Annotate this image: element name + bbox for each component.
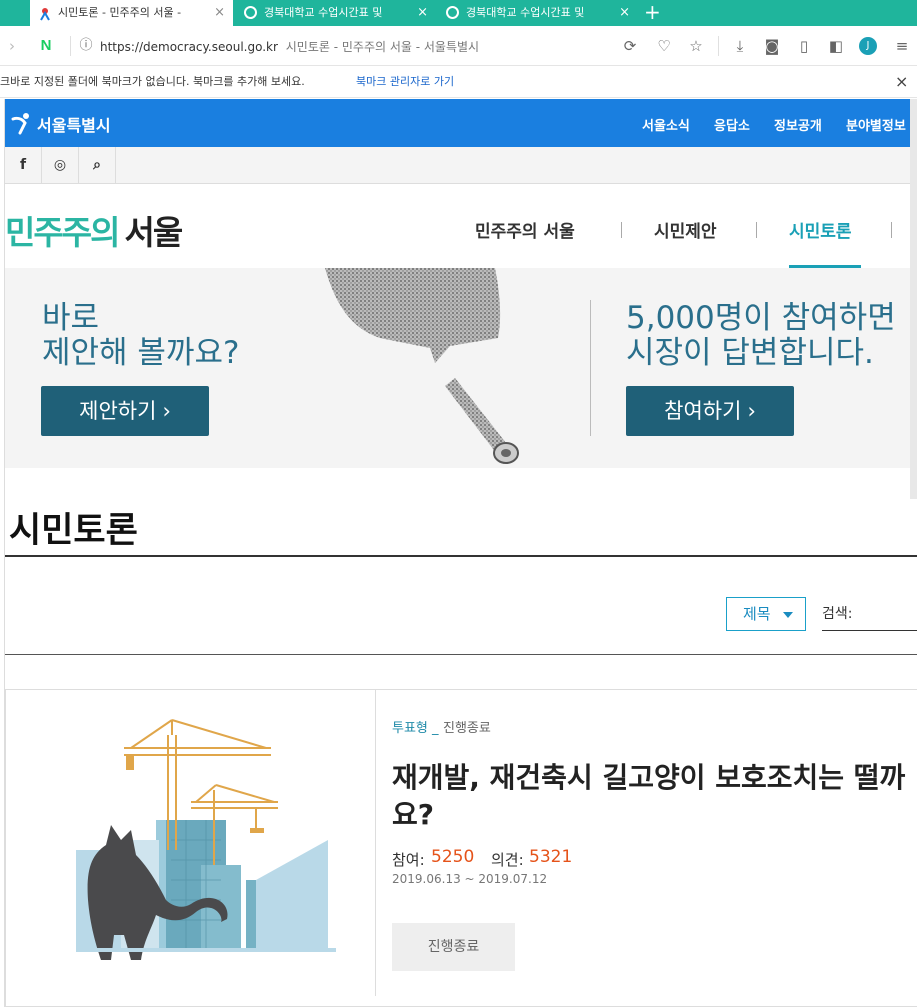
card-status: 진행종료	[443, 721, 491, 736]
seoul-logo-icon[interactable]	[11, 111, 35, 135]
select-value: 제목	[743, 605, 771, 623]
reading-list-icon[interactable]: ▯	[794, 36, 814, 56]
star-icon[interactable]: ☆	[686, 36, 706, 56]
divider	[621, 222, 622, 238]
forward-icon[interactable]: ›	[2, 36, 22, 56]
logo-part2: 서울	[124, 213, 183, 252]
refresh-icon[interactable]: ⟳	[620, 36, 640, 56]
url-text: https://democracy.seoul.go.kr	[100, 40, 278, 54]
nav-link[interactable]: 분야별정보	[846, 115, 906, 134]
tab-title: 경북대학교 수업시간표 및	[466, 6, 585, 19]
discussion-card[interactable]: 투표형 _ 진행종료 재개발, 재건축시 길고양이 보호조치는 떨까요? 참여:…	[5, 689, 917, 1007]
scrollbar[interactable]	[910, 99, 917, 499]
card-illustration	[6, 690, 376, 996]
site-logo[interactable]: 민주주의 서울	[5, 206, 183, 254]
opinions-count: 5321	[529, 847, 573, 867]
propose-button[interactable]: 제안하기 ›	[41, 386, 209, 436]
banner-divider	[590, 300, 591, 436]
participate-button-label: 참여하기	[664, 399, 742, 423]
tab-close-icon[interactable]: ×	[214, 0, 225, 26]
card-period: 2019.06.13 ~ 2019.07.12	[392, 872, 548, 886]
gnb-item-active[interactable]: 시민토론	[789, 217, 852, 242]
menu-icon[interactable]: ≡	[892, 36, 912, 56]
participate-button[interactable]: 참여하기 ›	[626, 386, 794, 436]
new-tab-button[interactable]: +	[644, 0, 661, 24]
url-field[interactable]: https://democracy.seoul.go.kr 시민토론 - 민주주…	[100, 38, 479, 55]
gnb-item[interactable]: 시민제안	[654, 217, 717, 242]
banner-right-line2: 시장이 답변합니다.	[626, 335, 874, 371]
search-label: 검색:	[822, 606, 853, 622]
banner-right-line1: 5,000명이 참여하면	[626, 300, 896, 336]
card-type: 투표형 _	[392, 721, 439, 736]
search-input[interactable]	[822, 630, 917, 631]
naver-icon[interactable]: N	[36, 36, 56, 56]
address-bar: › N ⓘ https://democracy.seoul.go.kr 시민토론…	[0, 26, 917, 66]
card-title[interactable]: 재개발, 재건축시 길고양이 보호조치는 떨까요?	[392, 759, 917, 833]
download-icon[interactable]: ⤓	[730, 36, 750, 56]
tab-title: 경북대학교 수업시간표 및	[264, 6, 383, 19]
banner-left-line2: 제안해 볼까요?	[42, 335, 240, 371]
seoul-logo-text[interactable]: 서울특별시	[37, 112, 111, 136]
loading-icon	[244, 6, 257, 19]
nav-link[interactable]: 응답소	[714, 115, 750, 134]
loading-icon	[446, 6, 459, 19]
divider	[891, 222, 892, 238]
instagram-icon[interactable]: ◎	[42, 147, 79, 183]
url-page-title: 시민토론 - 민주주의 서울 - 서울특별시	[285, 40, 480, 54]
close-icon[interactable]: ×	[895, 66, 908, 98]
opinions-label: 의견:	[491, 851, 524, 869]
browser-tab[interactable]: 경북대학교 수업시간표 및 ×	[236, 0, 436, 26]
web-page: 서울특별시 서울소식 응답소 정보공개 분야별정보 f ◎ ⌕ 민주주의 서울 민…	[4, 99, 917, 1007]
participants-count: 5250	[431, 847, 475, 867]
profile-avatar[interactable]: J	[859, 37, 877, 55]
site-header: 민주주의 서울 민주주의 서울 시민제안 시민토론	[5, 184, 917, 268]
divider	[756, 222, 757, 238]
card-type-label: 투표형	[392, 721, 428, 736]
facebook-icon[interactable]: f	[5, 147, 42, 183]
nav-link[interactable]: 정보공개	[774, 115, 822, 134]
browser-tab-active[interactable]: 시민토론 - 민주주의 서울 - ×	[30, 0, 233, 26]
tab-title: 시민토론 - 민주주의 서울 -	[58, 6, 182, 19]
gnb-item[interactable]: 민주주의 서울	[475, 217, 575, 242]
search-icon[interactable]: ⌕	[79, 147, 116, 183]
reader-icon[interactable]: ♡	[654, 36, 674, 56]
seoul-favicon-icon	[38, 5, 52, 21]
participants-label: 참여:	[392, 851, 425, 869]
social-bar: f ◎ ⌕	[5, 147, 917, 184]
bookmark-bar: 크바로 지정된 폴더에 북마크가 없습니다. 북마크를 추가해 보세요. 북마크…	[0, 66, 917, 98]
caret-down-icon	[783, 612, 793, 618]
info-icon[interactable]: ⓘ	[76, 36, 96, 56]
seoul-header: 서울특별시 서울소식 응답소 정보공개 분야별정보	[5, 99, 917, 147]
capture-icon[interactable]: ◙	[762, 36, 782, 56]
browser-tab[interactable]: 경북대학교 수업시간표 및 ×	[438, 0, 638, 26]
browser-tab-bar: 시민토론 - 민주주의 서울 - × 경북대학교 수업시간표 및 × 경북대학교…	[0, 0, 917, 26]
bookmark-empty-message: 크바로 지정된 폴더에 북마크가 없습니다. 북마크를 추가해 보세요.	[0, 75, 305, 88]
sidebar-icon[interactable]: ◧	[826, 36, 846, 56]
propose-button-label: 제안하기	[79, 399, 157, 423]
banner-left-line1: 바로	[42, 300, 100, 336]
tab-close-icon[interactable]: ×	[417, 0, 428, 26]
promo-banner: 바로 제안해 볼까요? 제안하기 › 5,000명이 참여하면 시장이 답변합니…	[5, 268, 917, 468]
divider	[718, 36, 719, 56]
bookmark-manager-link[interactable]: 북마크 관리자로 가기	[356, 66, 454, 98]
nav-link[interactable]: 서울소식	[642, 115, 690, 134]
status-button[interactable]: 진행종료	[392, 923, 515, 971]
chevron-right-icon: ›	[747, 399, 756, 423]
chevron-right-icon: ›	[162, 399, 171, 423]
search-field-select[interactable]: 제목	[726, 597, 806, 631]
logo-part1: 민주주의	[5, 213, 120, 252]
megaphone-illustration	[320, 268, 530, 468]
tab-close-icon[interactable]: ×	[619, 0, 630, 26]
page-title: 시민토론	[9, 511, 138, 551]
divider	[70, 36, 71, 56]
